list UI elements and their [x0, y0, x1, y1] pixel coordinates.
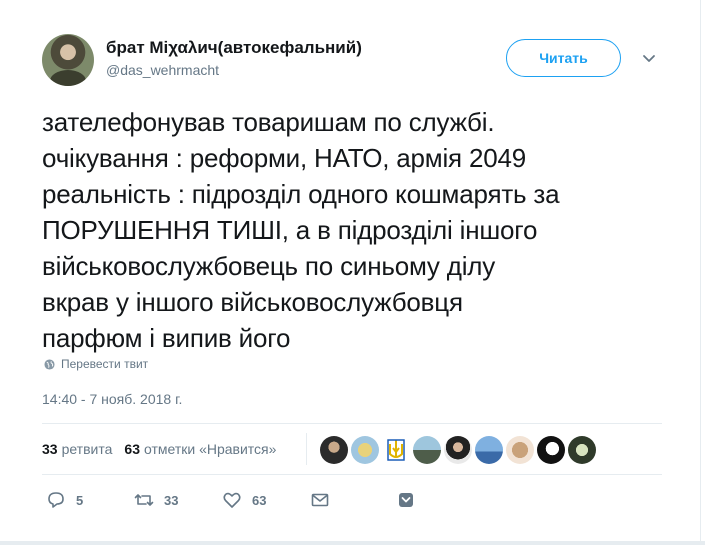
tweet-text-line: реальність : підрозділ одного кошмарять …: [42, 179, 560, 209]
author-fullname[interactable]: брат Міχαλич(автокефальний): [106, 38, 362, 58]
tweet-text: зателефонував товаришам по службі. очіку…: [42, 104, 662, 356]
liker-avatar[interactable]: [382, 436, 410, 464]
direct-message-button[interactable]: [310, 490, 330, 510]
author-username[interactable]: @das_wehrmacht: [106, 62, 219, 78]
liker-avatar[interactable]: [537, 436, 565, 464]
caret-down-icon[interactable]: [640, 50, 658, 68]
likes-label: отметки «Нравится»: [143, 441, 277, 457]
reply-count: 5: [76, 492, 84, 508]
retweets-stat[interactable]: 33 ретвита: [42, 441, 112, 457]
liker-avatar[interactable]: [413, 436, 441, 464]
card-border-right: [700, 0, 701, 545]
liker-avatar[interactable]: [320, 436, 348, 464]
liker-avatar[interactable]: [475, 436, 503, 464]
like-button[interactable]: 63: [222, 490, 266, 510]
tweet-text-line: військовослужбовець по синьому ділу: [42, 251, 496, 281]
tweet-text-line: вкрав у іншого військовослужбовця: [42, 287, 463, 317]
retweet-button[interactable]: 33: [134, 490, 178, 510]
tweet-text-line: парфюм і випив його: [42, 323, 291, 353]
translate-label[interactable]: Перевести твит: [61, 357, 148, 371]
heart-icon: [223, 492, 241, 508]
retweet-icon: [134, 494, 154, 506]
tweet-card: брат Міχαλич(автокефальний) @das_wehrmac…: [0, 0, 705, 545]
mail-icon: [311, 493, 329, 507]
divider: [42, 423, 662, 424]
reply-icon: [48, 492, 64, 508]
tweet-text-line: зателефонував товаришам по службі.: [42, 107, 495, 137]
save-tweet-button[interactable]: [396, 490, 416, 510]
tweet-text-line: очікування : реформи, НАТО, армія 2049: [42, 143, 526, 173]
liker-avatar[interactable]: [444, 436, 472, 464]
like-count: 63: [252, 492, 267, 508]
retweets-label: ретвита: [61, 441, 113, 457]
avatar[interactable]: [42, 34, 94, 86]
divider: [42, 474, 662, 475]
liker-avatar[interactable]: [351, 436, 379, 464]
follow-button[interactable]: Читать: [506, 39, 621, 77]
likes-count: 63: [124, 441, 140, 457]
tweet-stats: 33 ретвита 63 отметки «Нравится»: [42, 441, 276, 457]
tweet-text-line: ПОРУШЕННЯ ТИШІ, а в підрозділі іншого: [42, 215, 538, 245]
bookmark-icon: [399, 493, 413, 507]
liker-avatar[interactable]: [568, 436, 596, 464]
likes-stat[interactable]: 63 отметки «Нравится»: [124, 441, 276, 457]
card-border-bottom: [0, 541, 705, 545]
retweet-count: 33: [164, 492, 179, 508]
liker-avatars: [320, 436, 596, 464]
globe-icon: [44, 358, 55, 370]
reply-button[interactable]: 5: [46, 490, 83, 510]
retweets-count: 33: [42, 441, 58, 457]
stats-separator: [306, 433, 307, 465]
trident-icon: [387, 439, 405, 461]
tweet-timestamp[interactable]: 14:40 - 7 нояб. 2018 г.: [42, 391, 182, 407]
liker-avatar[interactable]: [506, 436, 534, 464]
translate-tweet-link[interactable]: Перевести твит: [44, 357, 148, 371]
